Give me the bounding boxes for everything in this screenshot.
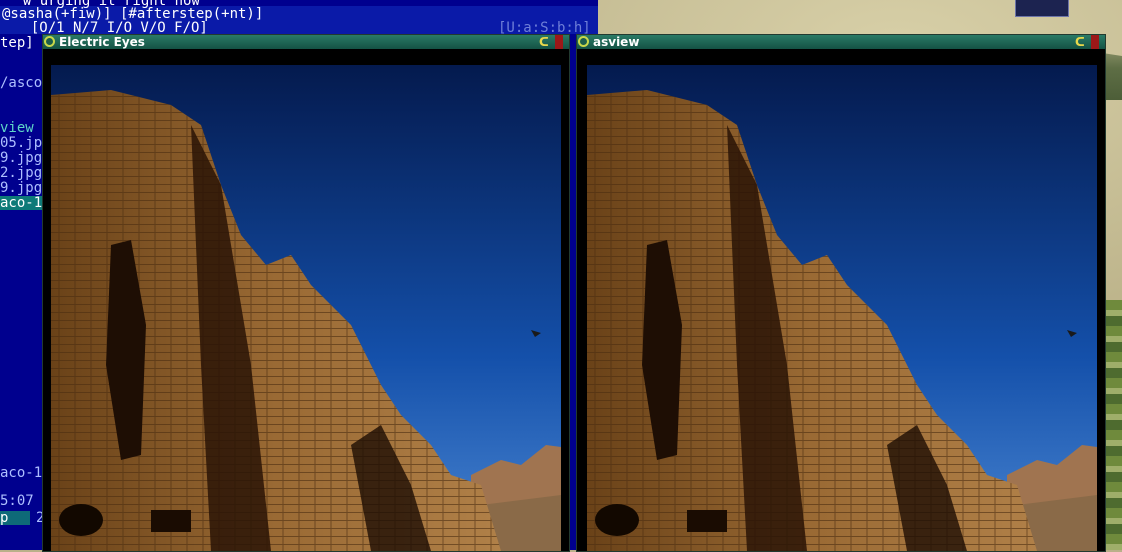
- ruins-photo: [587, 65, 1097, 551]
- electric-eyes-titlebar[interactable]: Electric Eyes ᑕ: [43, 35, 569, 49]
- desktop-fields: [1105, 300, 1122, 550]
- terminal-time: 5:07: [0, 493, 34, 509]
- close-icon[interactable]: [555, 35, 563, 49]
- electric-eyes-title: Electric Eyes: [59, 35, 145, 49]
- terminal-file-4: 9.jpg: [0, 180, 43, 196]
- shade-icon[interactable]: ᑕ: [1075, 35, 1085, 49]
- close-icon[interactable]: [1091, 35, 1099, 49]
- terminal-counter-line: [O/1 N/7 I/O V/O F/O]: [14, 20, 208, 36]
- ruins-photo: [51, 65, 561, 551]
- terminal-view-line: view: [0, 120, 34, 136]
- asview-titlebar[interactable]: asview ᑕ: [577, 35, 1105, 49]
- desktop-icon[interactable]: [1015, 0, 1069, 17]
- shade-icon[interactable]: ᑕ: [539, 35, 549, 49]
- terminal-path-line: /asco: [0, 75, 43, 91]
- window-menu-icon[interactable]: [578, 36, 589, 47]
- terminal-file-2: 9.jpg: [0, 150, 43, 166]
- window-menu-icon[interactable]: [44, 36, 55, 47]
- terminal-selected-file[interactable]: aco-1: [0, 196, 44, 210]
- terminal-status: [U:a:S:b:h]: [498, 20, 591, 36]
- electric-eyes-window[interactable]: Electric Eyes ᑕ: [42, 34, 570, 552]
- terminal-file-5: aco-1: [0, 465, 43, 481]
- electric-eyes-image: [51, 65, 561, 551]
- terminal-file-3: 2.jpg: [0, 165, 43, 181]
- terminal-channel-line: @sasha(+fiw)] [#afterstep(+nt)]: [2, 6, 264, 22]
- asview-window[interactable]: asview ᑕ: [576, 34, 1106, 552]
- terminal-status-bar: p: [0, 511, 30, 525]
- asview-image: [587, 65, 1097, 551]
- asview-title: asview: [593, 35, 640, 49]
